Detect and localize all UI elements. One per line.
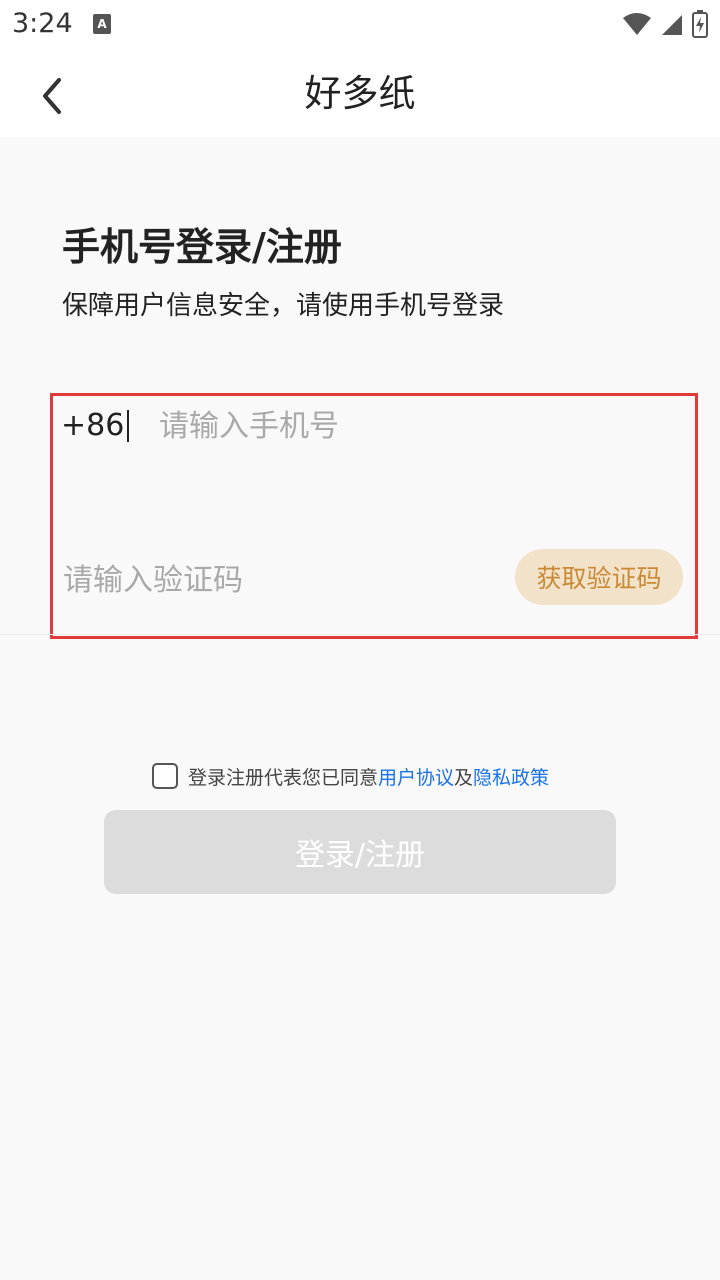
divider (0, 634, 720, 635)
status-time: 3:24 (12, 8, 73, 39)
signal-icon (662, 15, 682, 35)
user-agreement-link[interactable]: 用户协议 (378, 763, 454, 790)
country-code[interactable]: +86 (61, 404, 124, 448)
page-title: 手机号登录/注册 (62, 225, 342, 269)
app-title: 好多纸 (304, 72, 416, 115)
page-subtitle: 保障用户信息安全，请使用手机号登录 (62, 291, 505, 321)
status-bar: 3:24 A (0, 0, 720, 50)
agreement-row: 登录注册代表您已同意 用户协议 及 隐私政策 (152, 760, 549, 792)
agreement-conjunction: 及 (454, 766, 474, 789)
a-icon: A (93, 14, 111, 34)
agreement-prefix: 登录注册代表您已同意 (188, 766, 379, 789)
app-bar: 好多纸 (0, 50, 720, 137)
wifi-icon (623, 13, 651, 35)
agreement-checkbox[interactable] (152, 763, 178, 789)
get-code-button[interactable]: 获取验证码 (515, 549, 683, 605)
login-register-button[interactable]: 登录/注册 (104, 810, 616, 894)
battery-charging-icon (692, 10, 708, 38)
status-icons (622, 10, 708, 38)
prefix-divider (127, 410, 129, 442)
verification-code-input[interactable] (61, 556, 481, 604)
phone-input[interactable] (157, 402, 577, 450)
privacy-policy-link[interactable]: 隐私政策 (473, 763, 549, 790)
svg-text:A: A (97, 17, 107, 31)
login-form: +86 获取验证码 (50, 393, 698, 639)
